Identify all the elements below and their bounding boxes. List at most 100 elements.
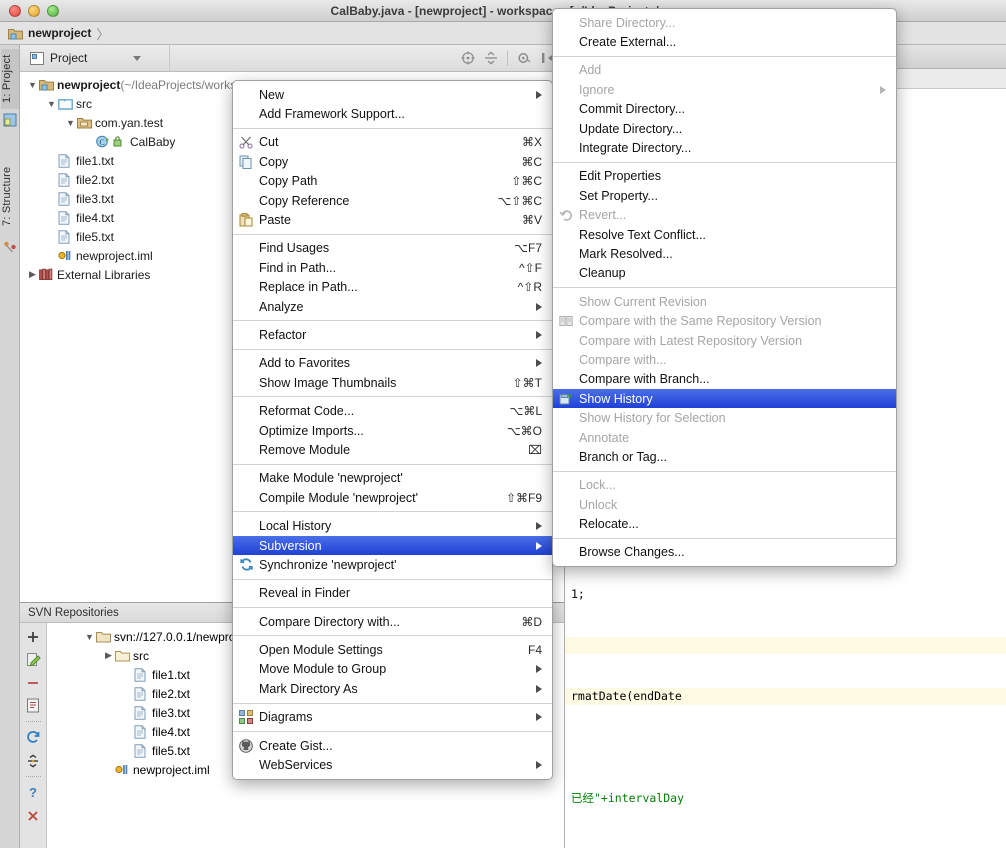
- project-panel-toolbar[interactable]: [461, 50, 564, 66]
- menu-item-label: Analyze: [259, 299, 304, 314]
- menu-item-local-history[interactable]: Local History: [233, 516, 552, 535]
- menu-item-branch-or-tag[interactable]: Branch or Tag...: [553, 447, 896, 466]
- menu-item-optimize-imports[interactable]: Optimize Imports... ⌥⌘O: [233, 421, 552, 440]
- menu-item-label: Subversion: [259, 538, 322, 553]
- text-file-icon: [58, 210, 72, 225]
- menu-item-integrate-directory[interactable]: Integrate Directory...: [553, 138, 896, 157]
- menu-item-label: Relocate...: [579, 517, 639, 532]
- tree-twisty-collapsed[interactable]: ▶: [102, 650, 115, 661]
- tree-twisty-expanded[interactable]: ▼: [83, 632, 96, 642]
- menu-item-copy[interactable]: Copy ⌘C: [233, 152, 552, 171]
- menu-item-label: Add to Favorites: [259, 356, 351, 371]
- menu-item-analyze[interactable]: Analyze: [233, 297, 552, 316]
- menu-item-share-directory: Share Directory...: [553, 13, 896, 32]
- menu-item-label: Edit Properties: [579, 169, 661, 184]
- menu-item-new[interactable]: New: [233, 85, 552, 104]
- menu-separator: [233, 578, 552, 580]
- menu-item-move-module-to-group[interactable]: Move Module to Group: [233, 660, 552, 679]
- close-icon[interactable]: [25, 807, 42, 824]
- menu-item-label: Open Module Settings: [259, 643, 383, 658]
- menu-item-replace-in-path[interactable]: Replace in Path... ^⇧R: [233, 278, 552, 297]
- menu-item-cut[interactable]: Cut ⌘X: [233, 133, 552, 152]
- menu-item-label: Cleanup: [579, 266, 626, 281]
- menu-item-synchronize-newproject[interactable]: Synchronize 'newproject': [233, 555, 552, 574]
- merge-icon[interactable]: [25, 752, 42, 769]
- menu-item-compare-directory-with[interactable]: Compare Directory with... ⌘D: [233, 612, 552, 631]
- collapse-all-icon[interactable]: [484, 51, 498, 65]
- tree-row-label: svn://127.0.0.1/newproj: [114, 629, 239, 644]
- project-view-selector[interactable]: Project: [20, 45, 170, 71]
- paste-icon: [233, 213, 259, 227]
- text-file-icon: [58, 153, 72, 168]
- tree-twisty-expanded[interactable]: ▼: [45, 99, 58, 109]
- refresh-icon[interactable]: [25, 729, 42, 746]
- menu-item-cleanup[interactable]: Cleanup: [553, 264, 896, 283]
- menu-item-update-directory[interactable]: Update Directory...: [553, 119, 896, 138]
- menu-item-set-property[interactable]: Set Property...: [553, 186, 896, 205]
- menu-item-make-module-newproject[interactable]: Make Module 'newproject': [233, 469, 552, 488]
- chevron-down-icon[interactable]: [133, 55, 142, 61]
- menu-item-compare-with-branch[interactable]: Compare with Branch...: [553, 370, 896, 389]
- menu-item-relocate[interactable]: Relocate...: [553, 514, 896, 533]
- menu-item-reformat-code[interactable]: Reformat Code... ⌥⌘L: [233, 401, 552, 420]
- sidebar-item-project[interactable]: 1: Project: [1, 49, 19, 109]
- subversion-submenu[interactable]: Share Directory... Create External... Add I…: [552, 8, 897, 568]
- tree-twisty-collapsed[interactable]: ▶: [26, 269, 39, 280]
- menu-item-shortcut: ⌘C: [521, 154, 542, 169]
- submenu-arrow-icon: [536, 761, 542, 770]
- menu-item-shortcut: ⌥⇧⌘C: [497, 193, 542, 208]
- menu-item-paste[interactable]: Paste ⌘V: [233, 210, 552, 229]
- menu-item-show-history[interactable]: Show History: [553, 389, 896, 409]
- svg-text:C: C: [99, 138, 104, 147]
- tree-twisty-expanded[interactable]: ▼: [64, 118, 77, 128]
- menu-item-label: Branch or Tag...: [579, 449, 668, 464]
- svn-toolbar[interactable]: ?: [20, 623, 47, 848]
- menu-item-mark-resolved[interactable]: Mark Resolved...: [553, 244, 896, 263]
- help-icon[interactable]: ?: [25, 784, 42, 801]
- menu-item-create-external[interactable]: Create External...: [553, 32, 896, 51]
- menu-item-webservices[interactable]: WebServices: [233, 755, 552, 774]
- target-icon[interactable]: [461, 51, 475, 65]
- menu-item-commit-directory[interactable]: Commit Directory...: [553, 100, 896, 119]
- menu-item-show-history-for-selection: Show History for Selection: [553, 408, 896, 427]
- project-folder-icon: [8, 27, 23, 40]
- menu-item-show-image-thumbnails[interactable]: Show Image Thumbnails ⇧⌘T: [233, 373, 552, 392]
- menu-item-label: Move Module to Group: [259, 662, 387, 677]
- menu-item-label: New: [259, 87, 285, 102]
- menu-item-add-to-favorites[interactable]: Add to Favorites: [233, 354, 552, 373]
- menu-item-label: Show Image Thumbnails: [259, 375, 397, 390]
- menu-item-reveal-in-finder[interactable]: Reveal in Finder: [233, 584, 552, 603]
- edit-icon[interactable]: [25, 651, 42, 668]
- menu-item-copy-path[interactable]: Copy Path ⇧⌘C: [233, 172, 552, 191]
- add-icon[interactable]: [25, 628, 42, 645]
- remove-icon[interactable]: [25, 674, 42, 691]
- project-context-menu[interactable]: New Add Framework Support... Cut ⌘X Copy ⌘C Co…: [232, 80, 553, 780]
- menu-item-edit-properties[interactable]: Edit Properties: [553, 167, 896, 186]
- text-file-icon: [58, 229, 72, 244]
- tree-twisty-expanded[interactable]: ▼: [26, 80, 39, 90]
- menu-item-find-usages[interactable]: Find Usages ⌥F7: [233, 239, 552, 258]
- menu-item-remove-module[interactable]: Remove Module ⌧: [233, 440, 552, 459]
- details-icon[interactable]: [25, 697, 42, 714]
- menu-item-mark-directory-as[interactable]: Mark Directory As: [233, 679, 552, 698]
- menu-item-create-gist[interactable]: Create Gist...: [233, 736, 552, 755]
- menu-item-shortcut: ^⇧F: [518, 260, 542, 275]
- breadcrumb-project[interactable]: newproject: [28, 26, 91, 40]
- menu-separator: [233, 233, 552, 235]
- menu-item-open-module-settings[interactable]: Open Module Settings F4: [233, 640, 552, 659]
- menu-item-subversion[interactable]: Subversion: [233, 535, 552, 556]
- toolbar-divider: [25, 776, 41, 777]
- menu-item-label: Show Current Revision: [579, 294, 707, 309]
- sidebar-item-structure[interactable]: 7: Structure: [1, 157, 19, 235]
- menu-item-refactor[interactable]: Refactor: [233, 325, 552, 344]
- gear-icon[interactable]: [517, 51, 531, 65]
- menu-item-add-framework-support[interactable]: Add Framework Support...: [233, 104, 552, 123]
- menu-item-diagrams[interactable]: Diagrams: [233, 708, 552, 727]
- menu-item-resolve-text-conflict[interactable]: Resolve Text Conflict...: [553, 225, 896, 244]
- menu-item-compare-with-latest-repository-version: Compare with Latest Repository Version: [553, 331, 896, 350]
- menu-item-copy-reference[interactable]: Copy Reference ⌥⇧⌘C: [233, 191, 552, 210]
- menu-item-label: Copy Path: [259, 174, 318, 189]
- menu-item-compile-module-newproject[interactable]: Compile Module 'newproject' ⇧⌘F9: [233, 488, 552, 507]
- menu-item-find-in-path[interactable]: Find in Path... ^⇧F: [233, 258, 552, 277]
- menu-item-browse-changes[interactable]: Browse Changes...: [553, 543, 896, 562]
